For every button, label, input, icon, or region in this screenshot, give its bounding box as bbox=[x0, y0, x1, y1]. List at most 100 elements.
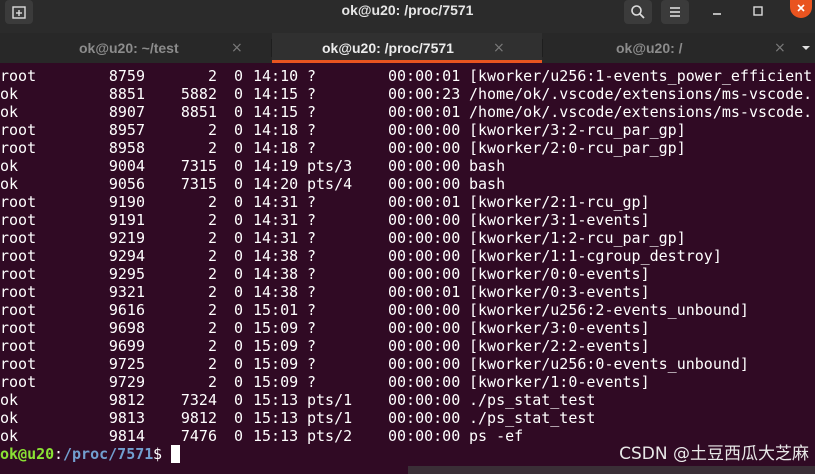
process-c: 0 bbox=[234, 427, 244, 445]
minimize-button[interactable] bbox=[706, 0, 728, 22]
process-tty: ? bbox=[307, 193, 317, 211]
process-time: 00:00:00 bbox=[388, 157, 461, 175]
process-ppid: 2 bbox=[207, 121, 217, 139]
process-cmd: bash bbox=[469, 157, 506, 175]
process-ppid: 7315 bbox=[180, 157, 217, 175]
process-user: root bbox=[0, 247, 37, 265]
process-tty: ? bbox=[307, 211, 317, 229]
process-pid: 9294 bbox=[108, 247, 145, 265]
process-c: 0 bbox=[234, 337, 244, 355]
process-time: 00:00:00 bbox=[388, 139, 461, 157]
process-user: root bbox=[0, 283, 37, 301]
process-user: root bbox=[0, 193, 37, 211]
process-user: root bbox=[0, 373, 37, 391]
tab-close-button[interactable]: × bbox=[231, 33, 243, 63]
minimize-icon bbox=[713, 13, 721, 15]
process-user: ok bbox=[0, 427, 19, 445]
terminal-output[interactable]: root 8759 2 0 14:10? 00:00:01 [kworker/u256:1-… bbox=[0, 67, 815, 463]
prompt-user-host: ok@u20 bbox=[0, 445, 55, 463]
close-icon bbox=[797, 4, 805, 12]
process-row: root 9190 2 0 14:31? 00:00:01 [kworker/2:1-rcu… bbox=[0, 193, 815, 211]
prompt-symbol: $ bbox=[153, 445, 172, 463]
process-c: 0 bbox=[234, 265, 244, 283]
tab-root[interactable]: ok@u20: / × bbox=[543, 33, 796, 63]
process-time: 00:00:00 bbox=[388, 319, 461, 337]
process-time: 00:00:00 bbox=[388, 355, 461, 373]
process-ppid: 2 bbox=[207, 337, 217, 355]
process-stime: 15:09 bbox=[253, 319, 299, 337]
process-stime: 15:09 bbox=[253, 373, 299, 391]
process-stime: 14:18 bbox=[253, 139, 299, 157]
process-stime: 15:13 bbox=[253, 409, 299, 427]
menu-button[interactable] bbox=[661, 0, 689, 24]
process-ppid: 2 bbox=[207, 319, 217, 337]
search-button[interactable] bbox=[624, 0, 652, 24]
process-tty: ? bbox=[307, 283, 317, 301]
process-user: root bbox=[0, 337, 37, 355]
tab-list-button[interactable] bbox=[796, 33, 815, 63]
tab-test[interactable]: ok@u20: ~/test × bbox=[0, 33, 271, 63]
window-title: ok@u20: /proc/7571 bbox=[341, 2, 474, 18]
tab-proc-7571[interactable]: ok@u20: /proc/7571 × bbox=[272, 33, 542, 63]
process-user: root bbox=[0, 301, 37, 319]
process-time: 00:00:01 bbox=[388, 67, 461, 85]
process-ppid: 2 bbox=[207, 67, 217, 85]
process-c: 0 bbox=[234, 103, 244, 121]
process-ppid: 7324 bbox=[180, 391, 217, 409]
process-pid: 8907 bbox=[108, 103, 145, 121]
process-pid: 9191 bbox=[108, 211, 145, 229]
process-ppid: 2 bbox=[207, 355, 217, 373]
process-ppid: 7476 bbox=[180, 427, 217, 445]
process-pid: 9321 bbox=[108, 283, 145, 301]
process-cmd: ./ps_stat_test bbox=[469, 391, 596, 409]
process-pid: 9616 bbox=[108, 301, 145, 319]
tab-close-button[interactable]: × bbox=[493, 33, 505, 63]
maximize-button[interactable] bbox=[747, 0, 769, 22]
process-c: 0 bbox=[234, 85, 244, 103]
process-stime: 15:13 bbox=[253, 427, 299, 445]
hamburger-menu-icon bbox=[670, 7, 680, 17]
process-time: 00:00:01 bbox=[388, 193, 461, 211]
process-cmd: [kworker/0:0-events] bbox=[469, 265, 650, 283]
process-user: root bbox=[0, 211, 37, 229]
process-pid: 9812 bbox=[108, 391, 145, 409]
tab-close-button[interactable]: × bbox=[774, 33, 786, 63]
process-list: root 8759 2 0 14:10? 00:00:01 [kworker/u256:1-… bbox=[0, 67, 815, 445]
process-stime: 14:31 bbox=[253, 229, 299, 247]
process-c: 0 bbox=[234, 157, 244, 175]
process-time: 00:00:00 bbox=[388, 211, 461, 229]
process-time: 00:00:00 bbox=[388, 373, 461, 391]
process-c: 0 bbox=[234, 373, 244, 391]
process-tty: ? bbox=[307, 247, 317, 265]
process-user: ok bbox=[0, 103, 19, 121]
process-pid: 8759 bbox=[108, 67, 145, 85]
process-c: 0 bbox=[234, 229, 244, 247]
process-time: 00:00:01 bbox=[388, 103, 461, 121]
process-time: 00:00:00 bbox=[388, 427, 461, 445]
process-ppid: 2 bbox=[207, 139, 217, 157]
process-ppid: 2 bbox=[207, 193, 217, 211]
terminal-window: ok@u20: /proc/7571 ok@u20: ~/test × ok@u… bbox=[0, 0, 815, 474]
process-pid: 9295 bbox=[108, 265, 145, 283]
process-stime: 15:13 bbox=[253, 391, 299, 409]
process-tty: pts/1 bbox=[307, 391, 353, 409]
process-stime: 15:09 bbox=[253, 337, 299, 355]
process-row: ok 8851 5882 0 14:15? 00:00:23/home/ok/.vscod… bbox=[0, 85, 815, 103]
process-time: 00:00:00 bbox=[388, 301, 461, 319]
title-bar[interactable]: ok@u20: /proc/7571 bbox=[0, 0, 815, 33]
process-tty: pts/1 bbox=[307, 409, 353, 427]
process-stime: 14:20 bbox=[253, 175, 299, 193]
process-pid: 9056 bbox=[108, 175, 145, 193]
process-cmd: /home/ok/.vscode/extensions/ms-vscode. bbox=[469, 103, 813, 121]
process-stime: 15:09 bbox=[253, 355, 299, 373]
process-time: 00:00:00 bbox=[388, 337, 461, 355]
process-cmd: /home/ok/.vscode/extensions/ms-vscode. bbox=[469, 85, 813, 103]
process-row: root 9698 2 0 15:09? 00:00:00 [kworker/3:0-eve… bbox=[0, 319, 815, 337]
process-row: root 8958 2 0 14:18? 00:00:00 [kworker/2:0-rcu… bbox=[0, 139, 815, 157]
tab-label: ok@u20: ~/test bbox=[79, 40, 179, 56]
process-pid: 9814 bbox=[108, 427, 145, 445]
process-ppid: 2 bbox=[207, 283, 217, 301]
process-ppid: 2 bbox=[207, 247, 217, 265]
process-c: 0 bbox=[234, 121, 244, 139]
process-user: root bbox=[0, 139, 37, 157]
